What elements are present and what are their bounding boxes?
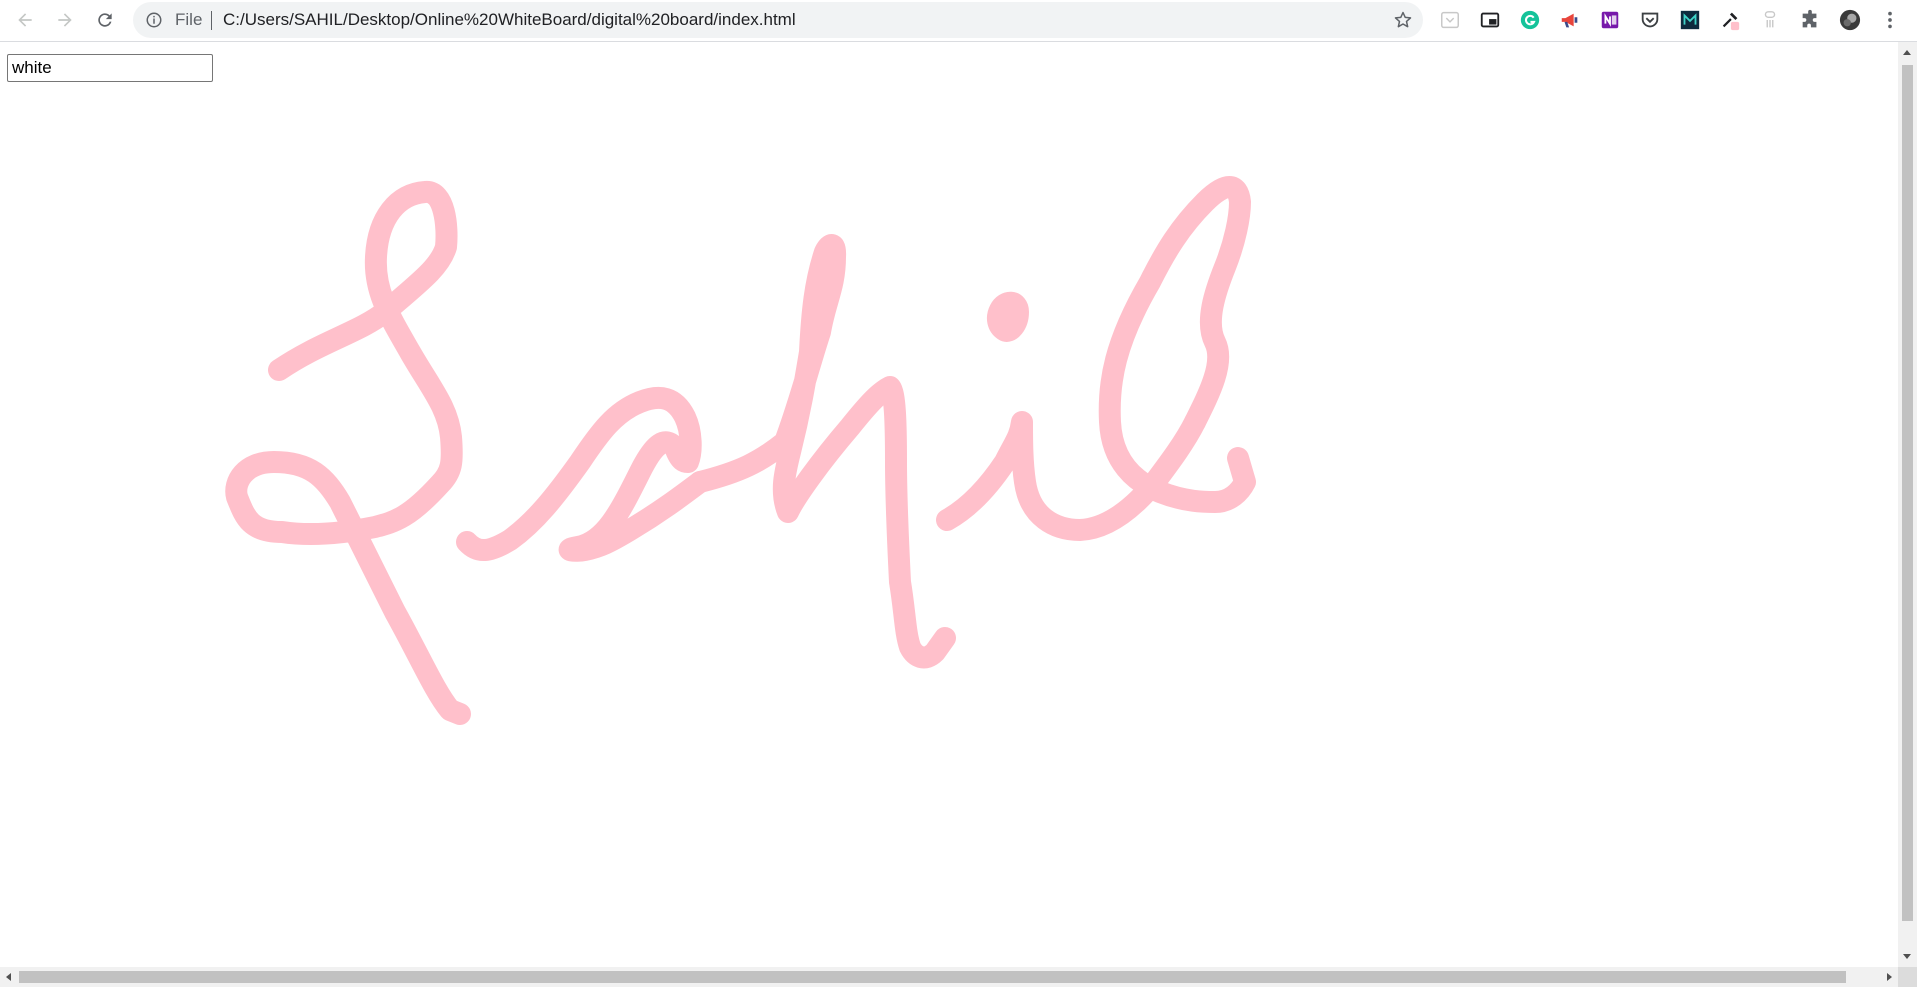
stroke-i-dot xyxy=(986,291,1029,342)
scroll-right-arrow-icon[interactable] xyxy=(1887,973,1892,981)
eyedropper-icon[interactable] xyxy=(1717,7,1743,33)
stroke-letter-s xyxy=(225,181,471,725)
scroll-left-arrow-icon[interactable] xyxy=(6,973,11,981)
stroke-letter-a xyxy=(456,386,711,562)
back-arrow-icon[interactable] xyxy=(10,5,40,35)
stroke-letter-i xyxy=(936,411,1206,541)
reload-icon[interactable] xyxy=(90,5,120,35)
megaphone-icon[interactable] xyxy=(1557,7,1583,33)
vertical-scrollbar[interactable] xyxy=(1898,42,1917,967)
scroll-down-arrow-icon[interactable] xyxy=(1903,954,1911,959)
more-menu-icon[interactable] xyxy=(1877,7,1903,33)
stroke-letter-h xyxy=(689,234,956,669)
picture-in-picture-icon[interactable] xyxy=(1477,7,1503,33)
drawing-canvas[interactable] xyxy=(0,42,1898,967)
onenote-icon[interactable] xyxy=(1597,7,1623,33)
address-bar[interactable]: File C:/Users/SAHIL/Desktop/Online%20Whi… xyxy=(133,2,1423,38)
bookmark-star-icon[interactable] xyxy=(1393,10,1413,30)
grammarly-icon[interactable] xyxy=(1517,7,1543,33)
scroll-up-arrow-icon[interactable] xyxy=(1903,50,1911,55)
m-logo-icon[interactable] xyxy=(1677,7,1703,33)
scheme-label: File xyxy=(175,10,203,29)
horizontal-scrollbar[interactable] xyxy=(0,967,1898,987)
vertical-scroll-thumb[interactable] xyxy=(1902,65,1913,921)
browser-toolbar: File C:/Users/SAHIL/Desktop/Online%20Whi… xyxy=(0,0,1917,42)
profile-avatar-icon[interactable] xyxy=(1837,7,1863,33)
save-to-pocket-icon[interactable] xyxy=(1637,7,1663,33)
url-text[interactable]: C:/Users/SAHIL/Desktop/Online%20WhiteBoa… xyxy=(223,10,796,30)
keyboard-icon[interactable] xyxy=(1757,7,1783,33)
info-icon[interactable] xyxy=(145,11,163,29)
whiteboard-page xyxy=(0,42,1898,967)
color-input[interactable] xyxy=(7,54,213,82)
horizontal-scroll-thumb[interactable] xyxy=(19,971,1846,983)
scrollbar-corner xyxy=(1898,967,1917,987)
pocket-icon[interactable] xyxy=(1437,7,1463,33)
scheme-divider xyxy=(211,11,212,30)
forward-arrow-icon[interactable] xyxy=(50,5,80,35)
puzzle-extensions-icon[interactable] xyxy=(1797,7,1823,33)
